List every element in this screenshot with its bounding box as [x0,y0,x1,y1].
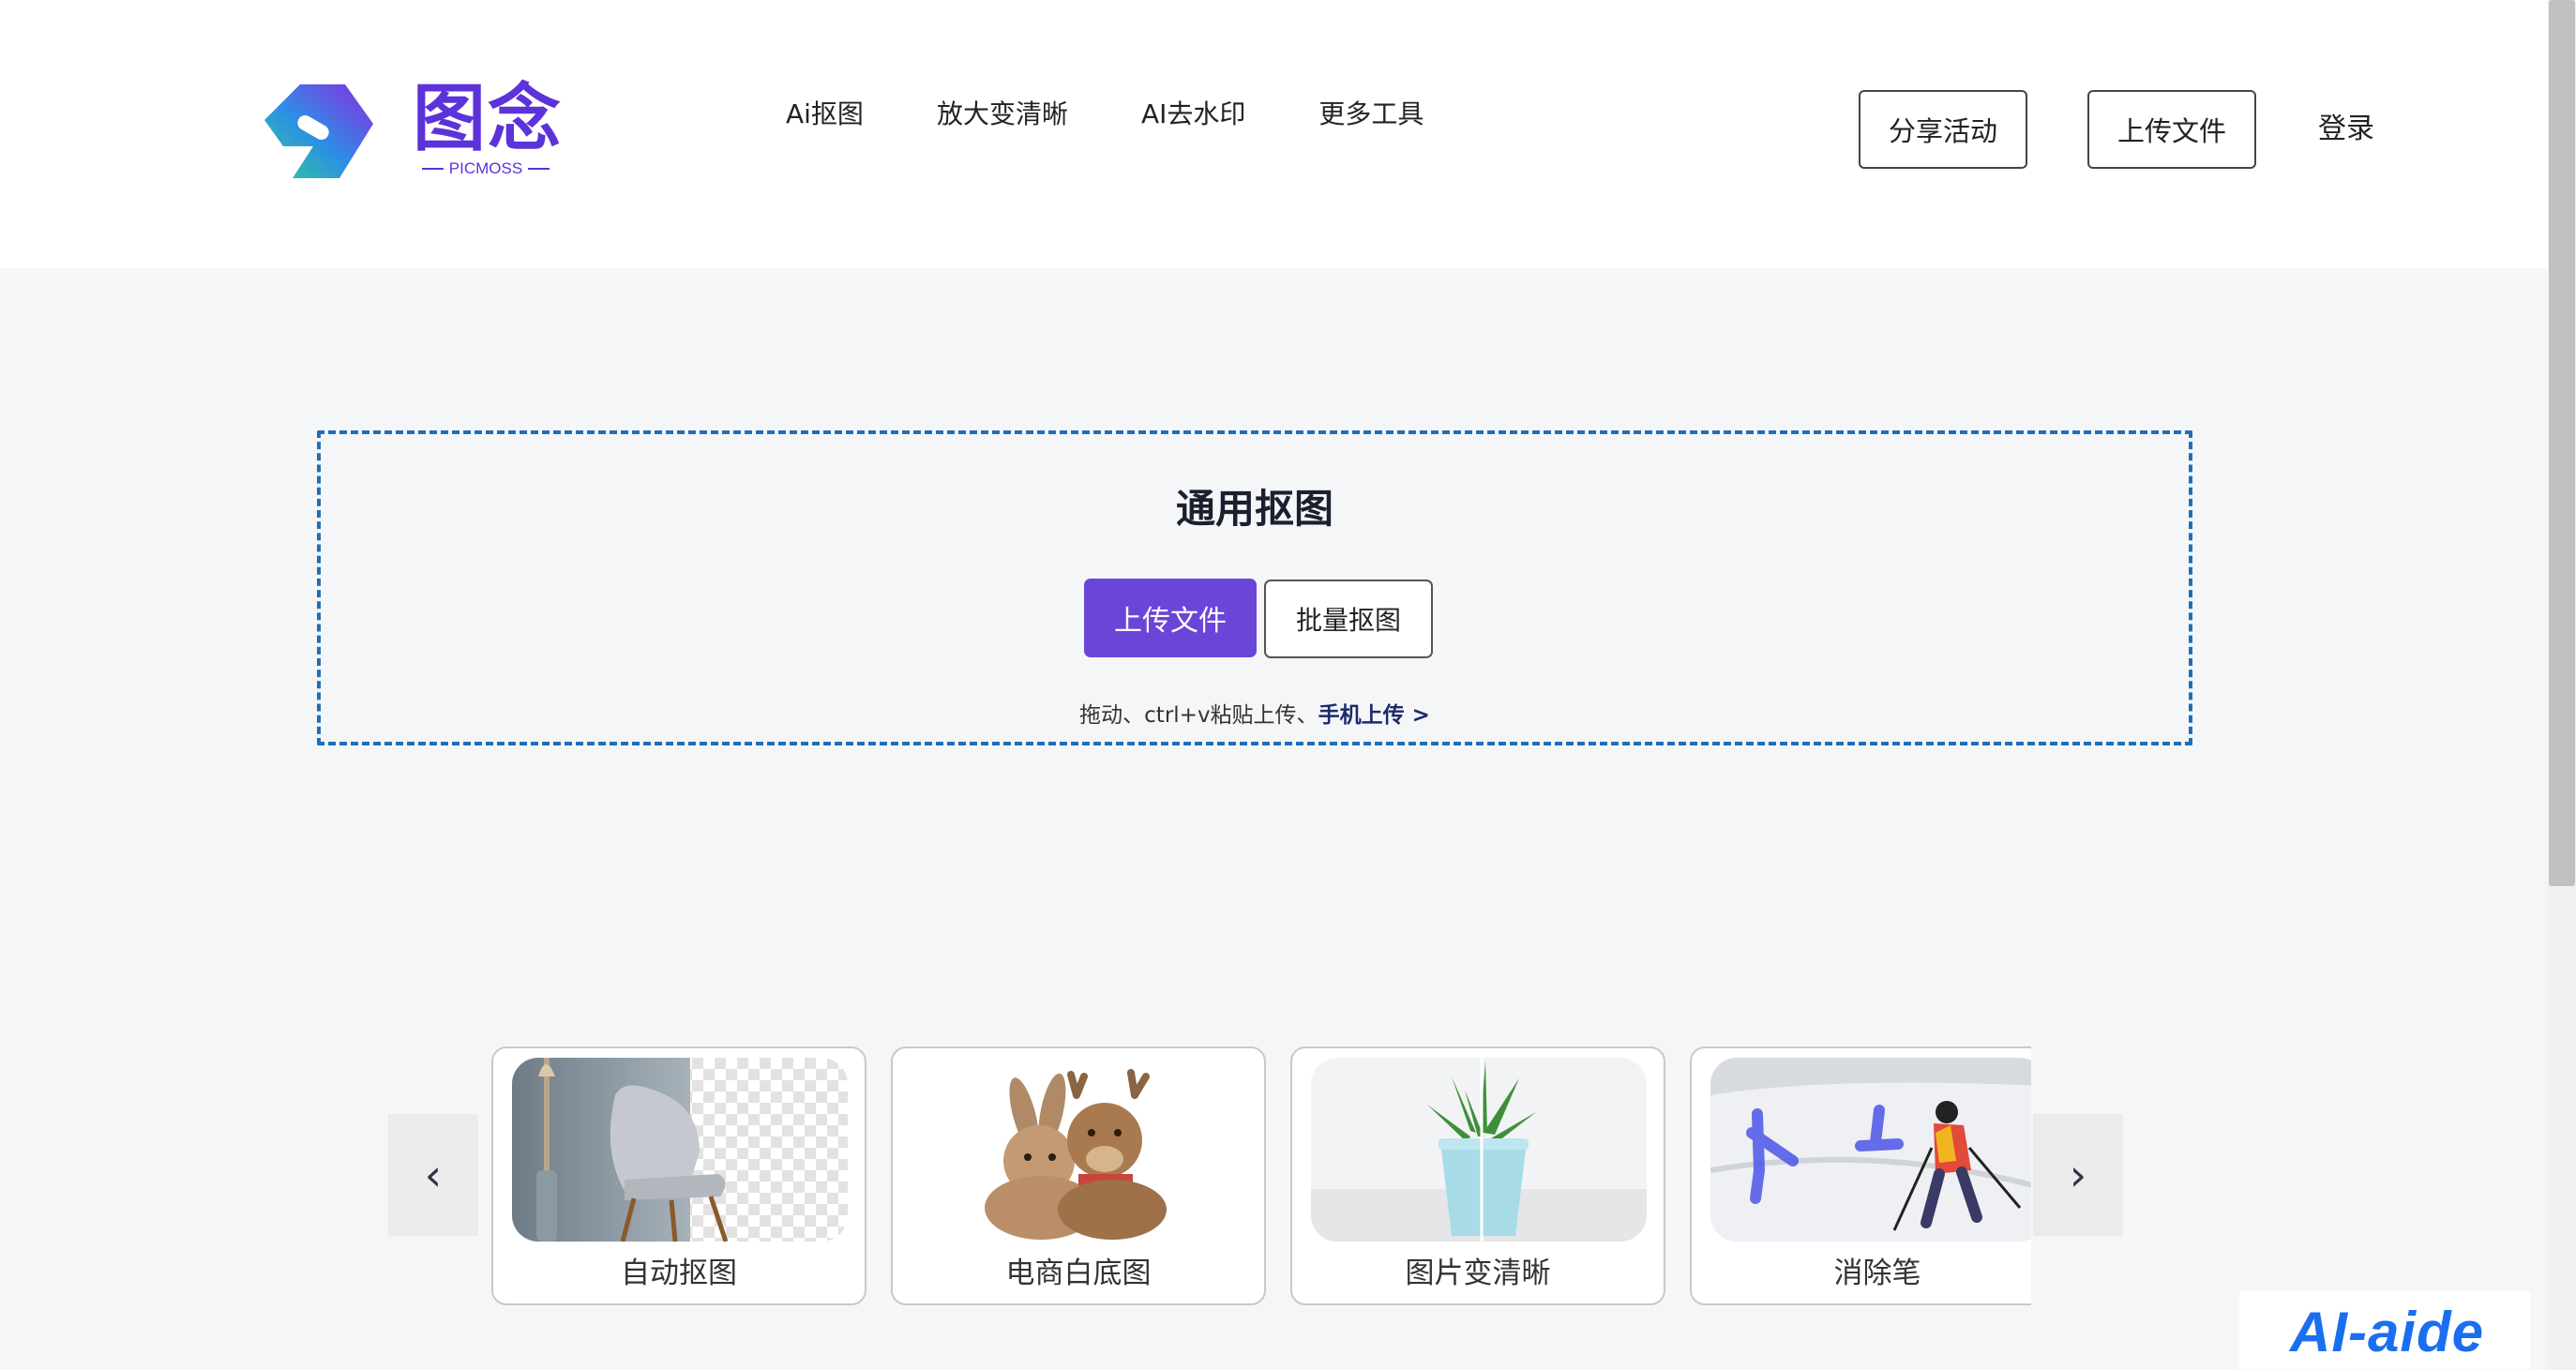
site-logo[interactable]: 图念 PICMOSS [264,79,565,188]
plush-toys-photo-icon [911,1058,1247,1242]
carousel-prev-button[interactable]: ‹ [388,1114,478,1236]
feature-card-eraser[interactable]: 消除笔 [1690,1046,2031,1305]
nav-ai-cutout[interactable]: Ai抠图 [786,94,864,135]
top-header: 图念 PICMOSS Ai抠图 放大变清晰 AI去水印 更多工具 分享活动 上传… [0,0,2548,268]
feature-carousel: 自动抠图 电商白底图 图片变清晰 消除笔 [490,1045,2031,1307]
upload-dropzone[interactable]: 通用抠图 上传文件 批量抠图 拖动、ctrl+v粘贴上传、手机上传 > [317,430,2192,745]
nav-upscale[interactable]: 放大变清晰 [937,94,1068,135]
feature-card-enhance[interactable]: 图片变清晰 [1290,1046,1665,1305]
header-upload-button[interactable]: 上传文件 [2087,90,2256,169]
feature-card-white-background[interactable]: 电商白底图 [891,1046,1266,1305]
carousel-next-button[interactable]: › [2033,1114,2123,1236]
card-label: 消除笔 [1833,1257,1921,1290]
card-label: 自动抠图 [621,1257,737,1290]
share-activity-button[interactable]: 分享活动 [1859,90,2027,169]
mobile-upload-link[interactable]: 手机上传 > [1318,703,1430,728]
logo-subtext: PICMOSS [422,159,550,178]
logo-text: 图念 [413,76,564,161]
scrollbar-thumb[interactable] [2549,0,2575,886]
card-label: 电商白底图 [1005,1257,1152,1290]
upload-title: 通用抠图 [1175,486,1333,532]
upload-file-button[interactable]: 上传文件 [1084,579,1257,657]
logo-mark-icon [264,84,373,178]
login-link[interactable]: 登录 [2318,109,2374,150]
succulent-pot-photo-icon [1311,1058,1647,1242]
upload-hint: 拖动、ctrl+v粘贴上传、手机上传 > [1079,703,1430,728]
main-nav: Ai抠图 放大变清晰 AI去水印 更多工具 [786,94,1424,135]
batch-cutout-button[interactable]: 批量抠图 [1264,580,1433,658]
skiers-photo-icon [1710,1058,2031,1242]
nav-more-tools[interactable]: 更多工具 [1318,94,1424,135]
watermark-logo: AI-aide [2239,1290,2530,1369]
nav-remove-watermark[interactable]: AI去水印 [1141,94,1245,135]
feature-card-auto-cutout[interactable]: 自动抠图 [491,1046,866,1305]
card-label: 图片变清晰 [1405,1257,1551,1290]
watermark-text: AI-aide [2290,1301,2485,1363]
chair-photo-icon [512,1058,848,1242]
